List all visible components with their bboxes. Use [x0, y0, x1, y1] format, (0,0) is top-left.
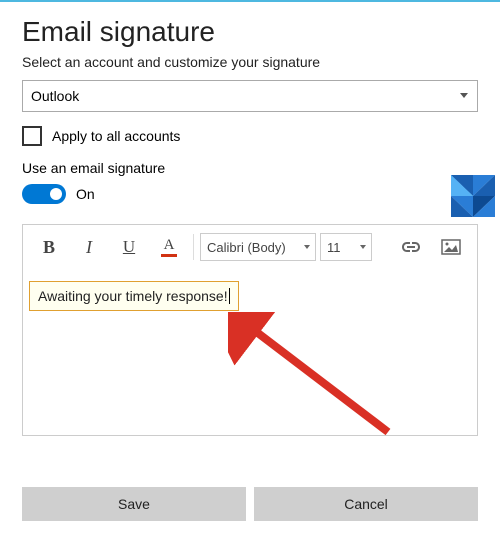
separator — [193, 234, 194, 260]
use-signature-toggle[interactable] — [22, 184, 66, 204]
apply-all-checkbox[interactable] — [22, 126, 42, 146]
image-icon — [441, 239, 461, 255]
cancel-button[interactable]: Cancel — [254, 487, 478, 521]
signature-text-box[interactable]: Awaiting your timely response! — [29, 281, 239, 311]
save-button[interactable]: Save — [22, 487, 246, 521]
toggle-state-label: On — [76, 186, 95, 202]
app-logo — [451, 175, 495, 217]
use-signature-label: Use an email signature — [22, 160, 478, 176]
bold-button[interactable]: B — [31, 231, 67, 263]
italic-button[interactable]: I — [71, 231, 107, 263]
page-title: Email signature — [22, 16, 478, 48]
image-button[interactable] — [433, 231, 469, 263]
font-size-select[interactable]: 11 — [320, 233, 372, 261]
link-button[interactable] — [393, 231, 429, 263]
text-caret — [229, 288, 230, 304]
account-select[interactable]: Outlook — [22, 80, 478, 112]
format-toolbar: B I U A Calibri (Body) 11 — [23, 225, 477, 269]
link-icon — [401, 240, 421, 254]
font-color-button[interactable]: A — [151, 231, 187, 263]
underline-button[interactable]: U — [111, 231, 147, 263]
apply-all-label: Apply to all accounts — [52, 128, 180, 144]
action-row: Save Cancel — [0, 473, 500, 535]
subtitle: Select an account and customize your sig… — [22, 54, 478, 70]
editor-textarea[interactable]: Awaiting your timely response! — [23, 269, 477, 435]
font-family-select[interactable]: Calibri (Body) — [200, 233, 316, 261]
signature-editor: B I U A Calibri (Body) 11 — [22, 224, 478, 436]
